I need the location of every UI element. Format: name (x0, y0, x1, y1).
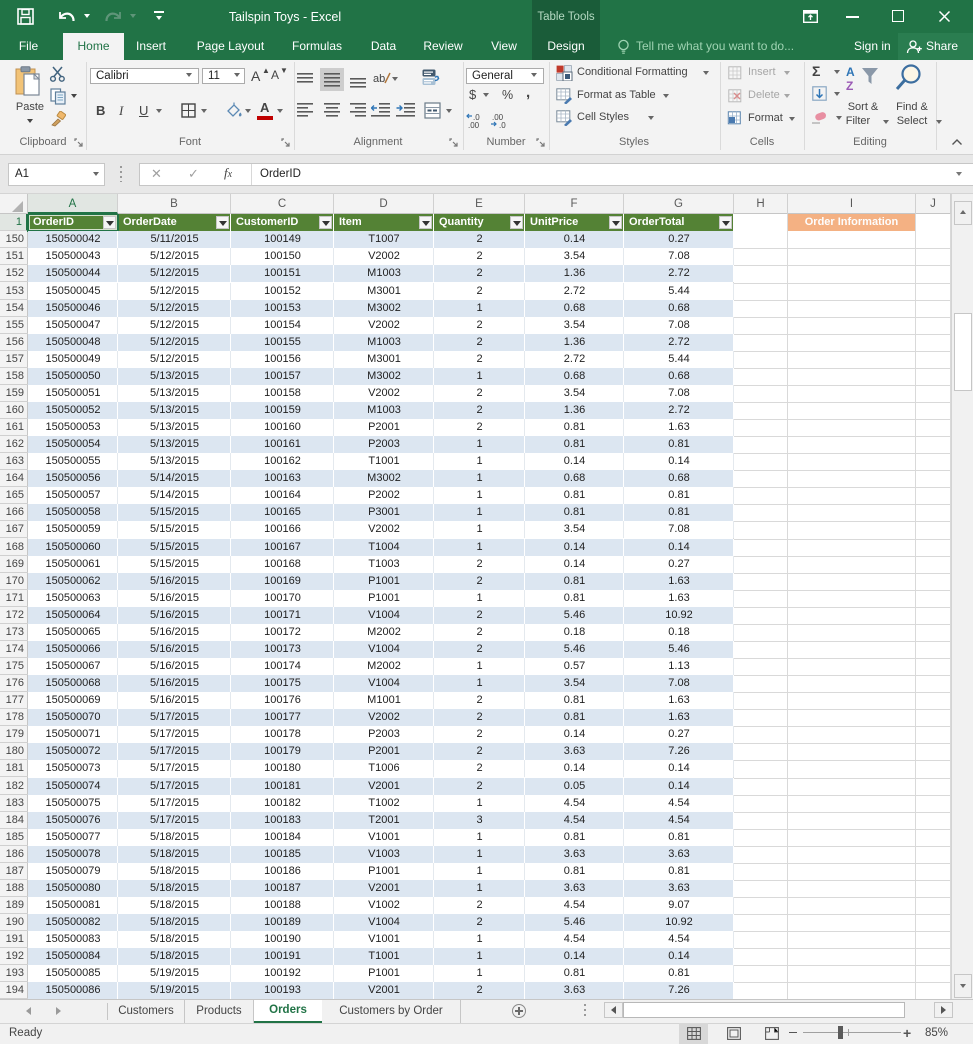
svg-text:A: A (846, 65, 855, 79)
svg-text:.00: .00 (468, 121, 480, 129)
svg-text:.0: .0 (499, 121, 506, 129)
svg-text:ab: ab (373, 73, 385, 85)
svg-text:Z: Z (846, 79, 853, 93)
